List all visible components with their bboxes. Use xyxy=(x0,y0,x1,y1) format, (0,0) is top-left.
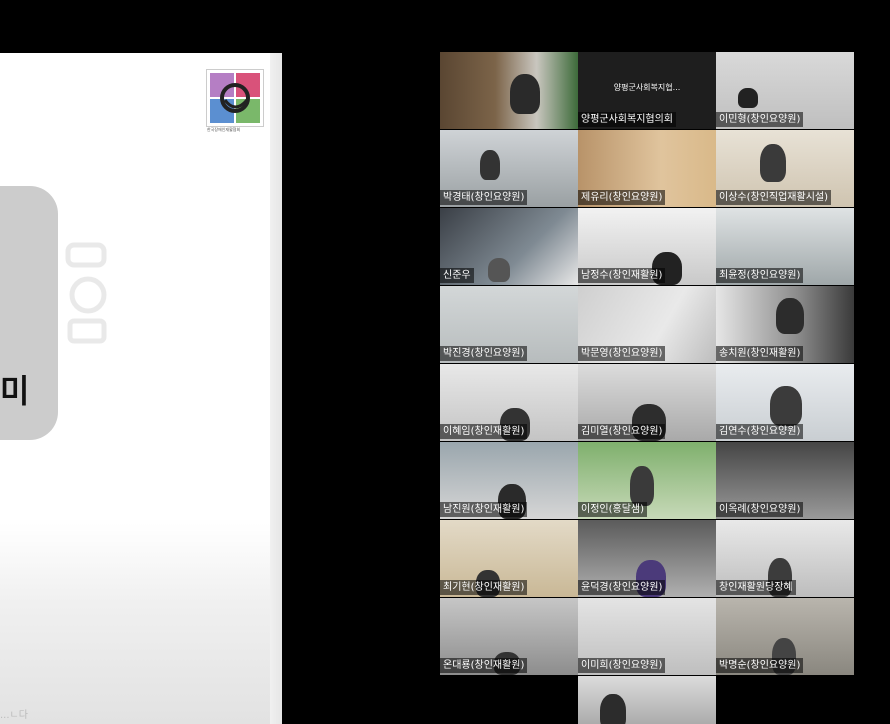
participant-name-label: 온대룡(창인재활원) xyxy=(440,658,528,673)
participant-name-label: 박진경(창인요양원) xyxy=(440,346,528,361)
participant-name-label: 박경태(창인요양원) xyxy=(440,190,528,205)
participant-tile[interactable]: 최윤정(창인요양원) xyxy=(716,208,854,285)
participant-tile[interactable]: 이민형(창인요양원) xyxy=(716,52,854,129)
participant-tile[interactable]: 이혜임(창인재활원) xyxy=(440,364,578,441)
video-off-label: 양평군사회복지협... xyxy=(613,83,681,92)
participant-gallery[interactable]: 양평군사회복지협... 양평군사회복지협의회 이민형(창인요양원) 박경태(창인요양원… xyxy=(440,52,854,724)
participant-name-label: 이미희(창인요양원) xyxy=(578,658,666,673)
participant-tile[interactable]: 김미열(창인요양원) xyxy=(578,364,716,441)
participant-name-label: 창인재활원당장혜 xyxy=(716,580,796,595)
participant-name-label: 김미열(창인요양원) xyxy=(578,424,666,439)
participant-tile[interactable]: 송치원(창인재활원) xyxy=(716,286,854,363)
participant-name-label: 박명순(창인요양원) xyxy=(716,658,804,673)
participant-name-label: 이혜임(창인재활원) xyxy=(440,424,528,439)
participant-silhouette xyxy=(630,466,654,506)
participant-tile[interactable]: 최기현(창인재활원) xyxy=(440,520,578,597)
participant-tile[interactable]: 남진원(창인재활원) xyxy=(440,442,578,519)
slide-edge xyxy=(270,53,282,724)
participant-tile[interactable]: 창인재활원당장혜 xyxy=(716,520,854,597)
participant-silhouette xyxy=(776,298,804,334)
participant-tile[interactable] xyxy=(578,676,716,724)
participant-tile[interactable]: 제유리(창인요양원) xyxy=(578,130,716,207)
participant-tile[interactable]: 이옥례(창인요양원) xyxy=(716,442,854,519)
participant-tile[interactable]: 박진경(창인요양원) xyxy=(440,286,578,363)
participant-silhouette xyxy=(738,88,758,108)
participant-tile[interactable]: 김연수(창인요양원) xyxy=(716,364,854,441)
participant-name-label: 최기현(창인재활원) xyxy=(440,580,528,595)
participant-tile[interactable]: 이미희(창인요양원) xyxy=(578,598,716,675)
participant-name-label: 제유리(창인요양원) xyxy=(578,190,666,205)
participant-name-label: 송치원(창인재활원) xyxy=(716,346,804,361)
participant-name-label: 남정수(창인재활원) xyxy=(578,268,666,283)
participant-name-label: 최윤정(창인요양원) xyxy=(716,268,804,283)
participant-name-label: 남진원(창인재활원) xyxy=(440,502,528,517)
participant-name-label: 양평군사회복지협의회 xyxy=(578,112,676,127)
participant-name-label: 윤덕경(창인요양원) xyxy=(578,580,666,595)
logo-caption: 한국장애인재활협회 xyxy=(207,127,241,132)
participant-video xyxy=(578,676,716,724)
participant-tile[interactable]: 남정수(창인재활원) xyxy=(578,208,716,285)
participant-name-label: 이민형(창인요양원) xyxy=(716,112,804,127)
participant-tile[interactable] xyxy=(440,52,578,129)
participant-silhouette xyxy=(770,386,802,426)
participant-tile[interactable]: 온대룡(창인재활원) xyxy=(440,598,578,675)
participant-name-label: 이옥례(창인요양원) xyxy=(716,502,804,517)
slide-card-text: 미 xyxy=(0,372,30,410)
participant-tile[interactable]: 박문영(창인요양원) xyxy=(578,286,716,363)
faint-watermark-glyphs xyxy=(65,242,107,344)
slide-footnote: ...ㄴ다 xyxy=(0,710,28,721)
shared-slide: 한국장애인재활협회 미 ...ㄴ다 xyxy=(0,53,282,724)
participant-name-label: 이정인(홍달샘) xyxy=(578,502,648,517)
participant-silhouette xyxy=(760,144,786,182)
participant-silhouette xyxy=(480,150,500,180)
participant-tile[interactable]: 박명순(창인요양원) xyxy=(716,598,854,675)
participant-silhouette xyxy=(488,258,510,282)
meeting-window: 한국장애인재활협회 미 ...ㄴ다 양평군사회복지협... 양평군사회복지협의회 이… xyxy=(0,0,890,724)
participant-video xyxy=(440,52,578,129)
participant-silhouette xyxy=(600,694,626,724)
participant-tile[interactable]: 양평군사회복지협... 양평군사회복지협의회 xyxy=(578,52,716,129)
participant-name-label: 이상수(창인직업재활시설) xyxy=(716,190,832,205)
organization-logo xyxy=(206,69,264,127)
participant-silhouette xyxy=(510,74,540,114)
participant-tile[interactable]: 윤덕경(창인요양원) xyxy=(578,520,716,597)
participant-tile[interactable]: 박경태(창인요양원) xyxy=(440,130,578,207)
participant-name-label: 김연수(창인요양원) xyxy=(716,424,804,439)
participant-tile[interactable]: 신준우 xyxy=(440,208,578,285)
participant-tile[interactable]: 이정인(홍달샘) xyxy=(578,442,716,519)
participant-name-label: 박문영(창인요양원) xyxy=(578,346,666,361)
participant-name-label: 신준우 xyxy=(440,268,474,283)
participant-tile[interactable]: 이상수(창인직업재활시설) xyxy=(716,130,854,207)
